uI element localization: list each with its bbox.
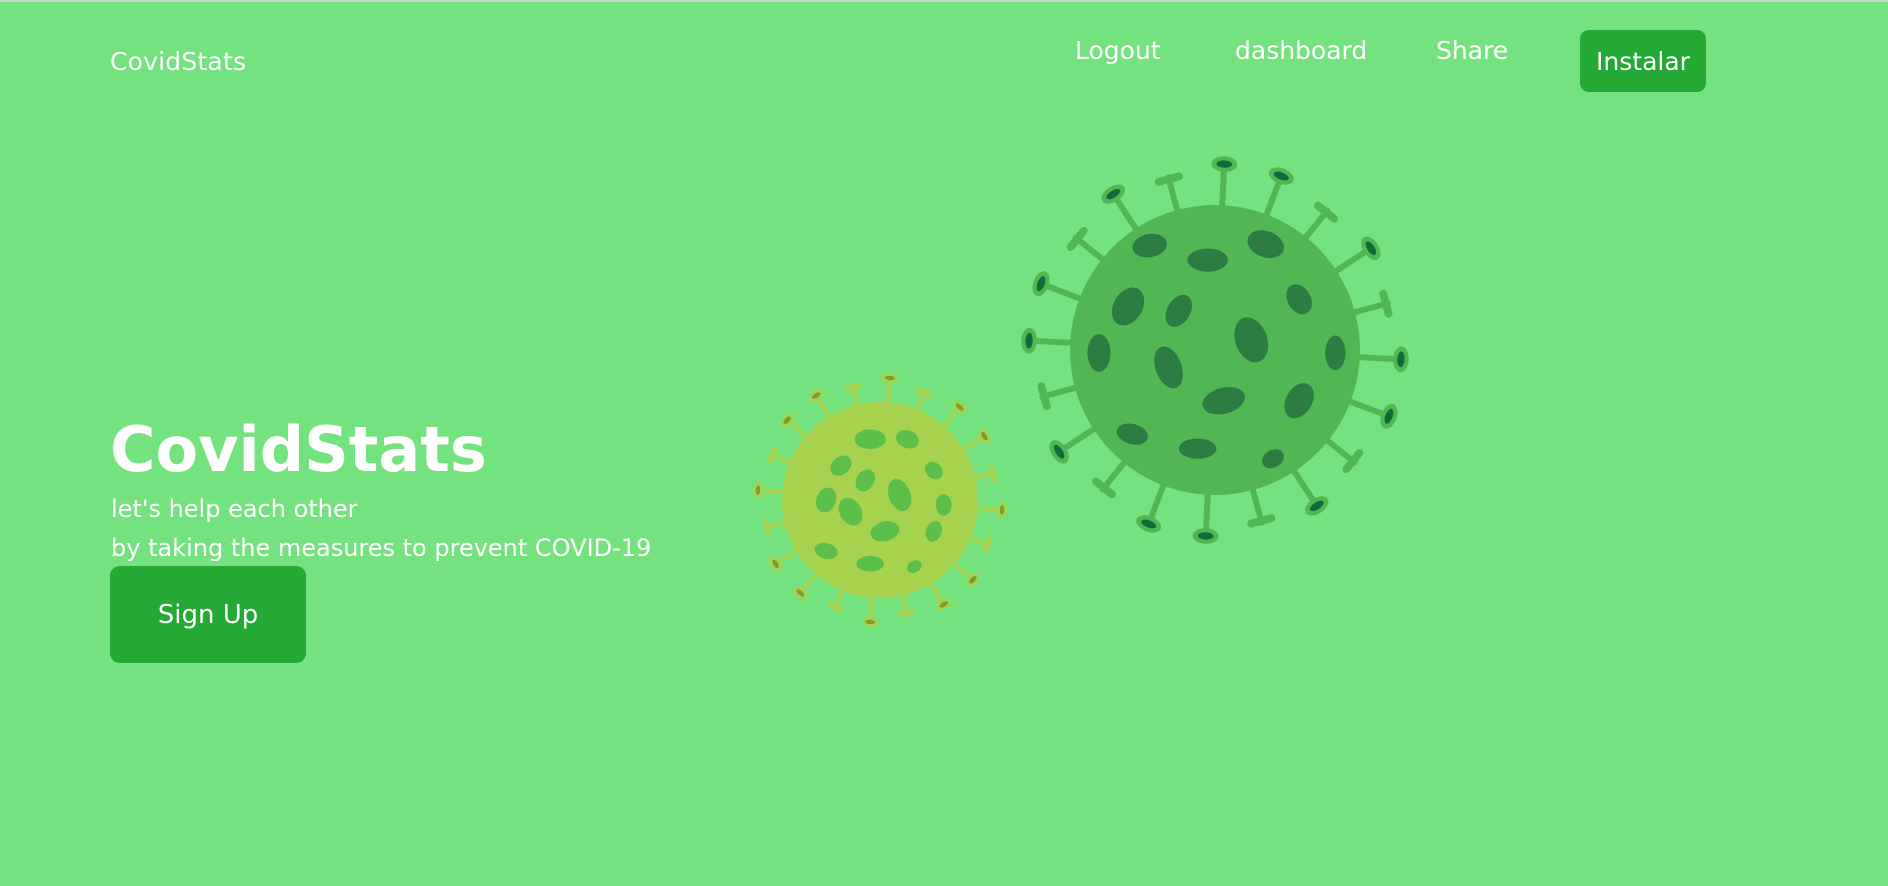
nav-link-dashboard[interactable]: dashboard bbox=[1235, 36, 1367, 65]
brand-link[interactable]: CovidStats bbox=[110, 47, 246, 76]
sign-up-button[interactable]: Sign Up bbox=[110, 566, 306, 663]
nav-link-share[interactable]: Share bbox=[1436, 36, 1508, 65]
install-button[interactable]: Instalar bbox=[1580, 30, 1706, 92]
virus-small-icon bbox=[753, 373, 1007, 627]
hero-tagline-line-2: by taking the measures to prevent COVID-… bbox=[111, 534, 652, 562]
hero-title: CovidStats bbox=[110, 413, 487, 486]
hero-tagline-line-1: let's help each other bbox=[111, 495, 358, 523]
top-divider bbox=[0, 0, 1888, 2]
virus-large-icon bbox=[1021, 156, 1409, 544]
nav-link-logout[interactable]: Logout bbox=[1075, 36, 1161, 65]
